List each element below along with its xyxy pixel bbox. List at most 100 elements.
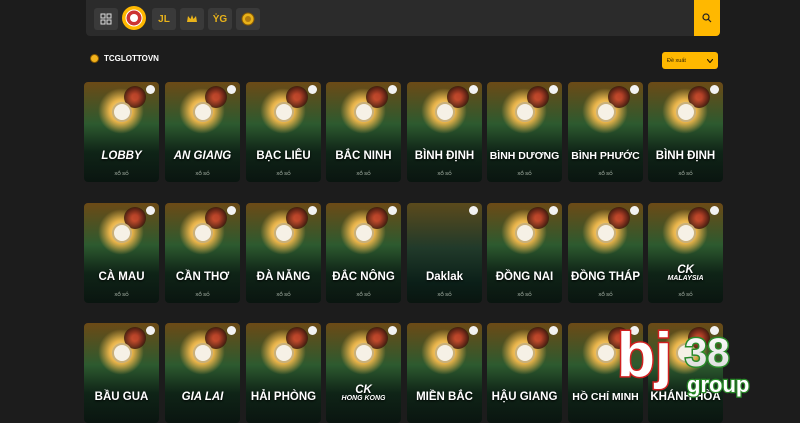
- provider-coin[interactable]: [236, 8, 260, 30]
- game-title: MIỀN BẮC: [416, 391, 473, 403]
- game-title: ĐỒNG THÁP: [571, 271, 640, 283]
- bj-badge-icon: [227, 85, 236, 94]
- lottery-ball-art: [596, 102, 616, 122]
- chevron-down-icon: [707, 58, 713, 63]
- game-title: Daklak: [425, 271, 464, 283]
- game-card[interactable]: ĐỒNG NAI XỔ SỐ: [487, 203, 562, 303]
- grid-icon: [100, 13, 112, 25]
- game-card[interactable]: ĐÀ NẴNG XỔ SỐ: [246, 203, 321, 303]
- game-title: BÌNH DƯƠNG: [489, 150, 560, 162]
- lottery-ball-art: [596, 223, 616, 243]
- bj-badge-icon: [710, 206, 719, 215]
- lottery-ball-art: [515, 343, 535, 363]
- provider-grid-icon[interactable]: [94, 8, 118, 30]
- lottery-ball-art: [354, 343, 374, 363]
- game-title: AN GIANG: [173, 150, 232, 162]
- game-title: ĐỒNG NAI: [495, 271, 554, 283]
- game-category: XỔ SỐ: [678, 171, 693, 176]
- game-subtitle: HONG KONG: [341, 395, 386, 402]
- provider-tc-lotto[interactable]: [122, 6, 146, 30]
- bj-badge-icon: [469, 85, 478, 94]
- bj-badge-icon: [227, 326, 236, 335]
- game-category: XỔ SỐ: [437, 292, 452, 297]
- game-card[interactable]: CK MALAYSIA XỔ SỐ: [648, 203, 723, 303]
- game-title: BẦU GUA: [94, 391, 149, 403]
- sort-dropdown[interactable]: Đề xuất: [662, 52, 718, 69]
- game-card[interactable]: AN GIANG XỔ SỐ: [165, 82, 240, 182]
- game-category: XỔ SỐ: [195, 292, 210, 297]
- lottery-ball-art: [596, 343, 616, 363]
- crown-icon: [187, 15, 197, 22]
- lottery-ball-art: [354, 223, 374, 243]
- game-title: BÌNH PHƯỚC: [571, 150, 640, 162]
- game-card[interactable]: GIA LAI: [165, 323, 240, 423]
- game-subtitle: MALAYSIA: [667, 275, 704, 282]
- game-category: XỔ SỐ: [598, 171, 613, 176]
- bj-badge-icon: [469, 326, 478, 335]
- game-category: XỔ SỐ: [195, 171, 210, 176]
- game-category: XỔ SỐ: [517, 171, 532, 176]
- provider-title: TCGLOTTOVN: [90, 54, 159, 63]
- game-category: XỔ SỐ: [114, 292, 129, 297]
- game-card[interactable]: CÀ MAU XỔ SỐ: [84, 203, 159, 303]
- game-category: XỔ SỐ: [276, 171, 291, 176]
- svg-text:group: group: [687, 372, 749, 397]
- lottery-ball-art: [274, 343, 294, 363]
- bj-badge-icon: [549, 206, 558, 215]
- svg-text:38: 38: [685, 331, 730, 375]
- game-title: CÀ MAU: [98, 271, 145, 283]
- lottery-ball-art: [193, 343, 213, 363]
- lottery-ball-art: [435, 102, 455, 122]
- game-card[interactable]: BÌNH DƯƠNG XỔ SỐ: [487, 82, 562, 182]
- game-card[interactable]: CK HONG KONG: [326, 323, 401, 423]
- game-card[interactable]: LOBBY XỔ SỐ: [84, 82, 159, 182]
- game-card[interactable]: BÌNH PHƯỚC XỔ SỐ: [568, 82, 643, 182]
- game-card[interactable]: ĐẮC NÔNG XỔ SỐ: [326, 203, 401, 303]
- game-title: GIA LAI: [181, 391, 224, 403]
- game-category: XỔ SỐ: [276, 292, 291, 297]
- bj-badge-icon: [469, 206, 478, 215]
- lottery-ball-art: [435, 343, 455, 363]
- game-card[interactable]: MIỀN BẮC: [407, 323, 482, 423]
- game-card[interactable]: HẬU GIANG: [487, 323, 562, 423]
- search-icon: [702, 13, 712, 23]
- game-card[interactable]: ĐỒNG THÁP XỔ SỐ: [568, 203, 643, 303]
- game-card[interactable]: BẮC NINH XỔ SỐ: [326, 82, 401, 182]
- game-card[interactable]: Daklak XỔ SỐ: [407, 203, 482, 303]
- bj-badge-icon: [146, 326, 155, 335]
- provider-yg[interactable]: ẎG: [208, 8, 232, 30]
- game-card[interactable]: BÌNH ĐỊNH XỔ SỐ: [407, 82, 482, 182]
- tc-lotto-icon: [125, 9, 143, 27]
- provider-crown[interactable]: [180, 8, 204, 30]
- bj-badge-icon: [227, 206, 236, 215]
- lottery-ball-art: [112, 223, 132, 243]
- game-card[interactable]: HẢI PHÒNG: [246, 323, 321, 423]
- bj-badge-icon: [308, 85, 317, 94]
- game-card[interactable]: BẠC LIÊU XỔ SỐ: [246, 82, 321, 182]
- bj-badge-icon: [630, 206, 639, 215]
- lottery-ball-art: [112, 102, 132, 122]
- game-title: BẠC LIÊU: [256, 150, 311, 162]
- search-button[interactable]: [694, 0, 720, 36]
- lottery-ball-art: [193, 102, 213, 122]
- game-title: ĐẮC NÔNG: [332, 271, 395, 283]
- provider-bar: JL ẎG: [86, 0, 720, 36]
- game-card[interactable]: BÌNH ĐỊNH XỔ SỐ: [648, 82, 723, 182]
- bj-badge-icon: [308, 326, 317, 335]
- game-card[interactable]: BẦU GUA: [84, 323, 159, 423]
- bj-badge-icon: [388, 206, 397, 215]
- bj-badge-icon: [549, 326, 558, 335]
- game-category: XỔ SỐ: [437, 171, 452, 176]
- game-title: HẬU GIANG: [491, 391, 558, 403]
- bj-badge-icon: [146, 206, 155, 215]
- sort-label: Đề xuất: [667, 57, 686, 64]
- lottery-ball-art: [515, 223, 535, 243]
- provider-jl[interactable]: JL: [152, 8, 176, 30]
- lottery-ball-art: [274, 102, 294, 122]
- game-card[interactable]: CẦN THƠ XỔ SỐ: [165, 203, 240, 303]
- lottery-ball-art: [515, 102, 535, 122]
- bj-badge-icon: [146, 85, 155, 94]
- game-category: XỔ SỐ: [598, 292, 613, 297]
- game-title: CẦN THƠ: [175, 271, 230, 283]
- provider-name: TCGLOTTOVN: [104, 54, 159, 63]
